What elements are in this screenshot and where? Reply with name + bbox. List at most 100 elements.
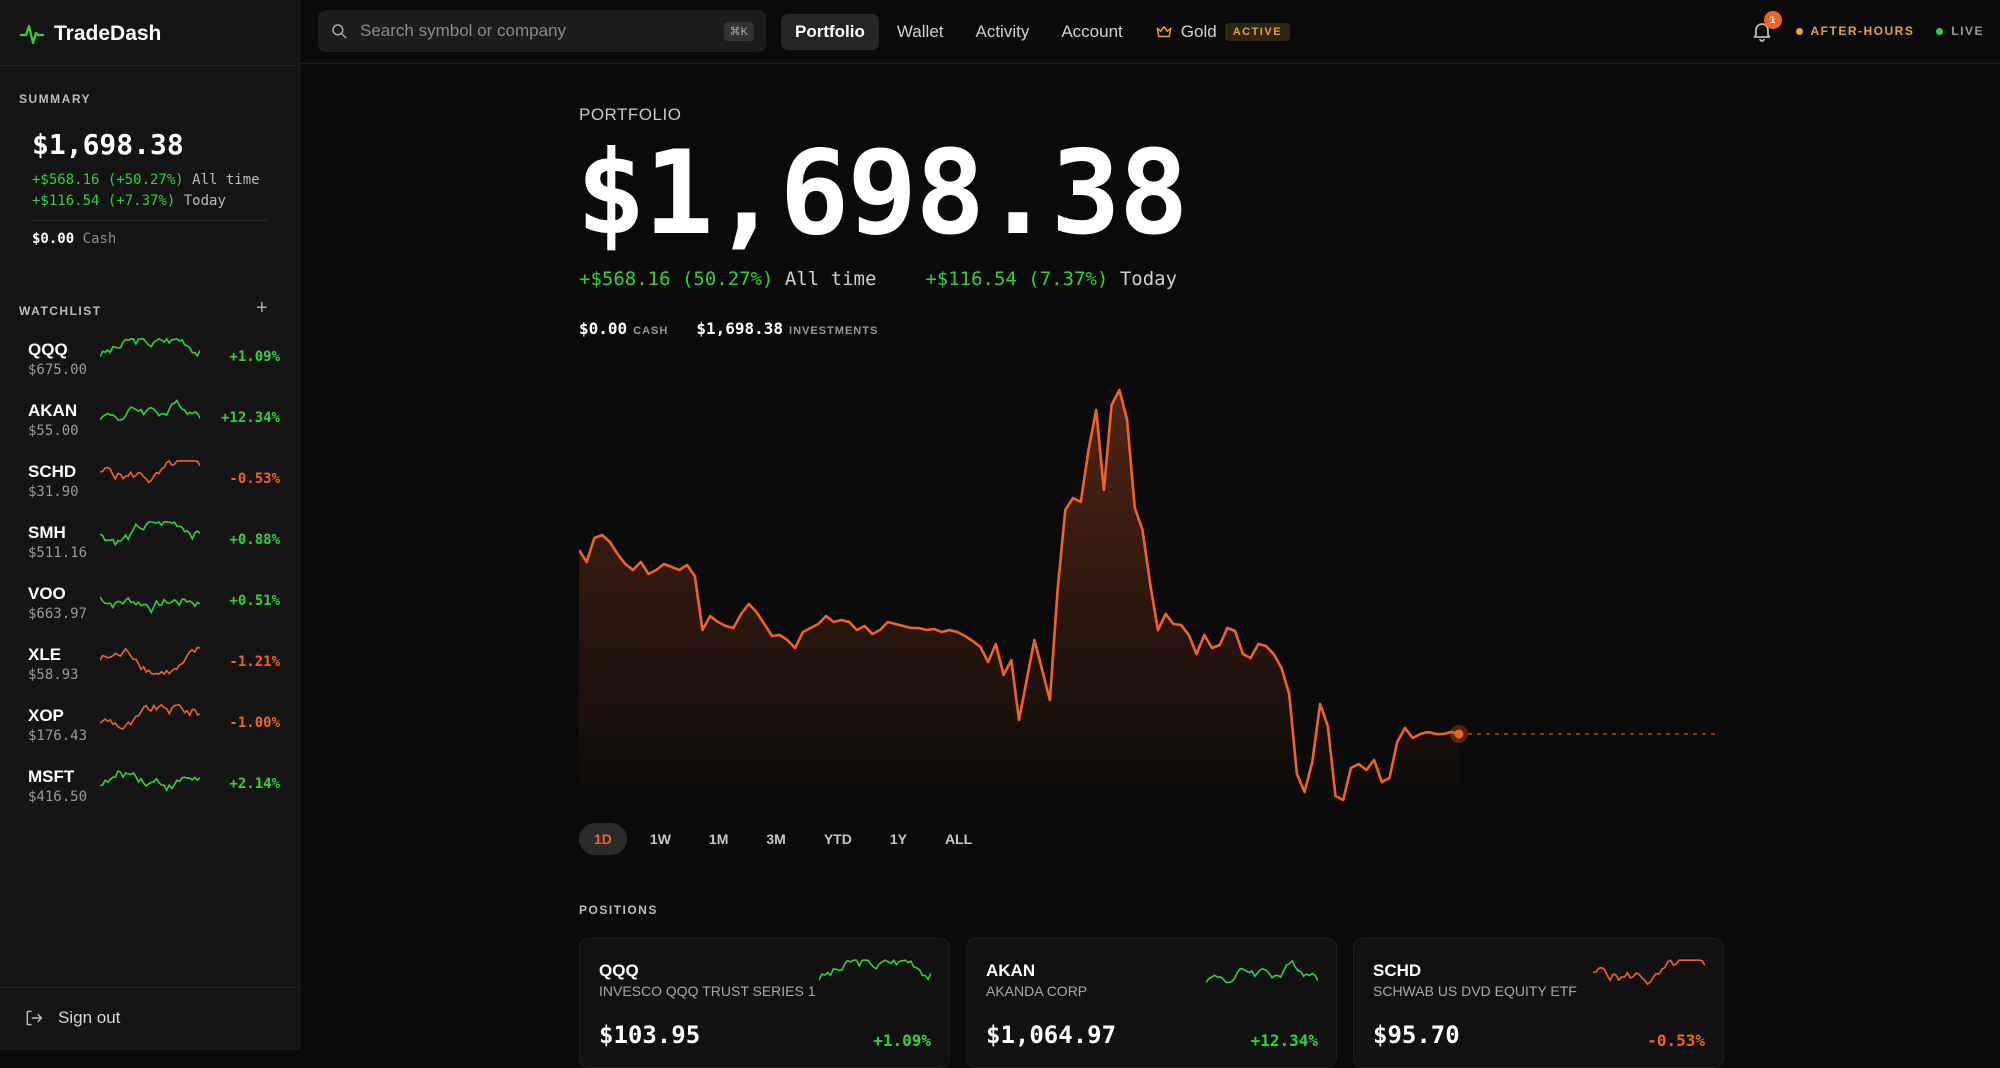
watchlist-item[interactable]: XLE $58.93 -1.21% — [0, 641, 300, 702]
sparkline-path — [100, 459, 200, 484]
sparkline-path — [100, 769, 200, 792]
nav-wallet[interactable]: Wallet — [883, 14, 958, 50]
watchlist-change: +1.09% — [229, 349, 280, 365]
watchlist-price: $663.97 — [28, 606, 88, 622]
nav-gold[interactable]: Gold ACTIVE — [1141, 14, 1304, 50]
summary-today: +$116.54 (+7.37%) Today — [32, 193, 226, 209]
range-1d[interactable]: 1D — [579, 823, 627, 855]
search-shortcut: ⌘K — [723, 21, 754, 41]
search-box[interactable]: ⌘K — [318, 10, 766, 52]
nav-account[interactable]: Account — [1047, 14, 1136, 50]
watchlist-item[interactable]: XOP $176.43 -1.00% — [0, 702, 300, 763]
range-1y[interactable]: 1Y — [875, 823, 922, 855]
watchlist-item[interactable]: MSFT $416.50 +2.14% — [0, 763, 300, 824]
range-1w[interactable]: 1W — [635, 823, 686, 855]
summary-all-time: +$568.16 (+50.27%) All time — [32, 172, 260, 188]
nav-portfolio[interactable]: Portfolio — [781, 14, 879, 50]
portfolio-chart[interactable] — [579, 380, 1719, 810]
watchlist-label: WATCHLIST — [19, 304, 102, 318]
portfolio-value: $1,698.38 — [576, 126, 1189, 261]
range-ytd[interactable]: YTD — [809, 823, 867, 855]
watchlist-sparkline — [100, 596, 200, 615]
range-3m[interactable]: 3M — [751, 823, 800, 855]
range-all[interactable]: ALL — [930, 823, 987, 855]
position-change: +12.34% — [1250, 1031, 1318, 1050]
watchlist-sparkline — [100, 337, 200, 358]
brand-logo[interactable]: TradeDash — [20, 18, 161, 50]
watchlist-symbol: SCHD — [28, 462, 77, 481]
portfolio-breakdown: $0.00 CASH $1,698.38 INVESTMENTS — [579, 319, 878, 338]
watchlist-price: $176.43 — [28, 728, 88, 744]
top-right-status: 1 AFTER-HOURS LIVE — [1750, 11, 1985, 44]
summary-value: $1,698.38 — [32, 128, 184, 161]
watchlist-change: +0.88% — [229, 532, 280, 548]
watchlist-change: +2.14% — [229, 776, 280, 792]
search-input[interactable] — [360, 21, 724, 41]
position-symbol: SCHD — [1373, 961, 1422, 980]
position-card[interactable]: SCHD SCHWAB US DVD EQUITY ETF $95.70 -0.… — [1353, 938, 1724, 1068]
main-nav: Portfolio Wallet Activity Account Gold A… — [781, 14, 1304, 50]
watchlist-symbol: AKAN — [28, 401, 78, 420]
nav-gold-label: Gold — [1180, 22, 1217, 41]
summary-cash: $0.00 Cash — [32, 231, 116, 247]
live-status: LIVE — [1936, 24, 1984, 38]
position-name: AKANDA CORP — [986, 983, 1088, 999]
watchlist-item[interactable]: SMH $511.16 +0.88% — [0, 519, 300, 580]
watchlist-sparkline — [100, 703, 200, 730]
range-1m[interactable]: 1M — [694, 823, 743, 855]
sign-out-button[interactable]: Sign out — [24, 1008, 120, 1028]
sparkline-path — [100, 337, 200, 358]
live-label: LIVE — [1951, 24, 1984, 38]
sidebar-divider — [0, 65, 300, 66]
brand-name: TradeDash — [54, 22, 162, 45]
sidebar-divider-bottom — [0, 987, 300, 988]
sparkline-path — [1206, 959, 1318, 984]
watchlist-add-button[interactable]: + — [256, 298, 268, 318]
summary-label: SUMMARY — [19, 92, 92, 106]
position-value: $1,064.97 — [986, 1021, 1117, 1049]
portfolio-all-time-change: +$568.16 (50.27%) — [579, 268, 774, 290]
watchlist-sparkline — [100, 520, 200, 547]
watchlist-item[interactable]: VOO $663.97 +0.51% — [0, 580, 300, 641]
watchlist-item[interactable]: AKAN $55.00 +12.34% — [0, 397, 300, 458]
portfolio-cash-label: CASH — [633, 325, 669, 337]
notification-count: 1 — [1763, 11, 1782, 29]
sidebar: TradeDash SUMMARY $1,698.38 +$568.16 (+5… — [0, 0, 300, 1050]
notifications-button[interactable]: 1 — [1750, 11, 1782, 43]
watchlist-symbol: XLE — [28, 645, 62, 664]
watchlist-symbol: QQQ — [28, 340, 68, 359]
portfolio-investments-label: INVESTMENTS — [789, 325, 879, 337]
watchlist-symbol: SMH — [28, 523, 66, 542]
position-symbol: QQQ — [599, 961, 639, 980]
watchlist-item[interactable]: QQQ $675.00 +1.09% — [0, 336, 300, 397]
position-symbol: AKAN — [986, 961, 1036, 980]
positions-label: POSITIONS — [579, 903, 658, 917]
nav-activity[interactable]: Activity — [962, 14, 1044, 50]
portfolio-cash-value: $0.00 — [579, 319, 628, 338]
portfolio-all-time-label: All time — [784, 268, 877, 290]
position-card[interactable]: QQQ INVESCO QQQ TRUST SERIES 1 $103.95 +… — [579, 938, 950, 1068]
crown-icon — [1156, 26, 1172, 38]
summary-today-label: Today — [183, 193, 226, 209]
sparkline-path — [1593, 959, 1705, 986]
position-card[interactable]: AKAN AKANDA CORP $1,064.97 +12.34% — [966, 938, 1337, 1068]
watchlist-symbol: VOO — [28, 584, 66, 603]
portfolio-today-change: +$116.54 (7.37%) — [925, 268, 1109, 290]
sign-out-icon — [26, 1010, 43, 1026]
summary-all-time-change: +$568.16 (+50.27%) — [32, 172, 184, 188]
portfolio-changes: +$568.16 (50.27%) All time +$116.54 (7.3… — [579, 268, 1177, 290]
watchlist-price: $31.90 — [28, 484, 79, 500]
watchlist-symbol: XOP — [28, 706, 64, 725]
summary-all-time-label: All time — [192, 172, 260, 188]
market-status-label: AFTER-HOURS — [1810, 24, 1915, 38]
sparkline-path — [100, 398, 200, 421]
summary-cash-value: $0.00 — [32, 231, 75, 247]
position-name: INVESCO QQQ TRUST SERIES 1 — [599, 983, 816, 999]
portfolio-investments-value: $1,698.38 — [696, 319, 784, 338]
position-value: $95.70 — [1373, 1021, 1460, 1049]
watchlist-price: $675.00 — [28, 362, 88, 378]
watchlist-sparkline — [100, 646, 200, 676]
position-sparkline — [1593, 959, 1705, 986]
watchlist-item[interactable]: SCHD $31.90 -0.53% — [0, 458, 300, 519]
watchlist-price: $55.00 — [28, 423, 79, 439]
